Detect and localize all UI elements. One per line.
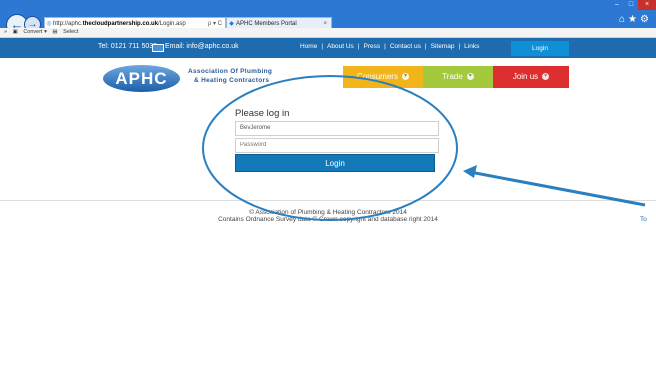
chevron-down-icon: ▾ [466, 73, 474, 81]
to-top-link[interactable]: To [640, 216, 647, 223]
nav-links[interactable]: Links [464, 43, 479, 50]
convert-label: Convert [23, 29, 43, 35]
select-button[interactable]: ▤ Select [52, 29, 78, 35]
select-label: Select [63, 29, 79, 35]
chevron-down-icon: ▾ [542, 73, 550, 81]
nav-about-us[interactable]: About Us [327, 43, 354, 50]
menu-consumers-label: Consumers [357, 72, 398, 81]
chevron-down-icon: ▾ [401, 73, 409, 81]
menu-join-button[interactable]: Join us ▾ [493, 66, 569, 88]
nav-sitemap[interactable]: Sitemap [431, 43, 455, 50]
nav-separator: | [424, 43, 427, 50]
menu-consumers-button[interactable]: Consumers ▾ [343, 66, 423, 88]
nav-separator: | [384, 43, 386, 50]
mail-icon [152, 44, 164, 52]
address-host: thecloudpartnership.co.uk [82, 21, 159, 27]
login-button[interactable]: Login [235, 154, 435, 172]
address-path: /Login.asp [158, 21, 186, 27]
login-tab[interactable]: Login [511, 41, 569, 56]
nav-separator: | [321, 43, 324, 50]
password-field[interactable] [235, 138, 439, 153]
address-prefix: http://aphc. [53, 21, 83, 27]
menu-trade-label: Trade [442, 72, 463, 81]
login-title: Please log in [235, 108, 290, 119]
browser-toolbar: » ▣ Convert ▾ ▤ Select [0, 28, 656, 38]
top-nav: Home | About Us | Press | Contact us | Sitemap | L… [300, 43, 479, 50]
tab-title: APHC Members Portal [236, 21, 297, 27]
logo-title-line2: & Heating Contractors [194, 77, 270, 84]
footer-os-notice: Contains Ordnance Survey data © Crown co… [218, 216, 438, 223]
menu-join-label: Join us [512, 72, 539, 81]
footer-copyright: © Association of Plumbing & Heating Cont… [249, 209, 407, 216]
annotation-arrowhead [463, 165, 477, 178]
close-icon[interactable]: × [638, 0, 656, 10]
phone-number: Tel: 0121 711 5030 [98, 43, 158, 50]
nav-press[interactable]: Press [364, 43, 381, 50]
home-star-gear-icons[interactable]: ⌂★⚙ [619, 14, 652, 25]
window-controls: – □ × [610, 0, 656, 10]
minimize-icon[interactable]: – [610, 0, 624, 10]
nav-contact-us[interactable]: Contact us [390, 43, 421, 50]
toolbar-arrow-icon: » [4, 29, 8, 35]
convert-button[interactable]: ▣ Convert ▾ [13, 29, 47, 35]
menu-trade-button[interactable]: Trade ▾ [423, 66, 493, 88]
aphc-logo[interactable]: APHC [103, 65, 180, 92]
username-field[interactable] [235, 121, 439, 136]
logo-title-line1: Association Of Plumbing [188, 68, 273, 75]
nav-home[interactable]: Home [300, 43, 317, 50]
maximize-icon[interactable]: □ [624, 0, 638, 10]
footer-divider [0, 200, 656, 201]
nav-separator: | [458, 43, 461, 50]
email-link[interactable]: Email: info@aphc.co.uk [165, 43, 239, 50]
nav-separator: | [357, 43, 360, 50]
